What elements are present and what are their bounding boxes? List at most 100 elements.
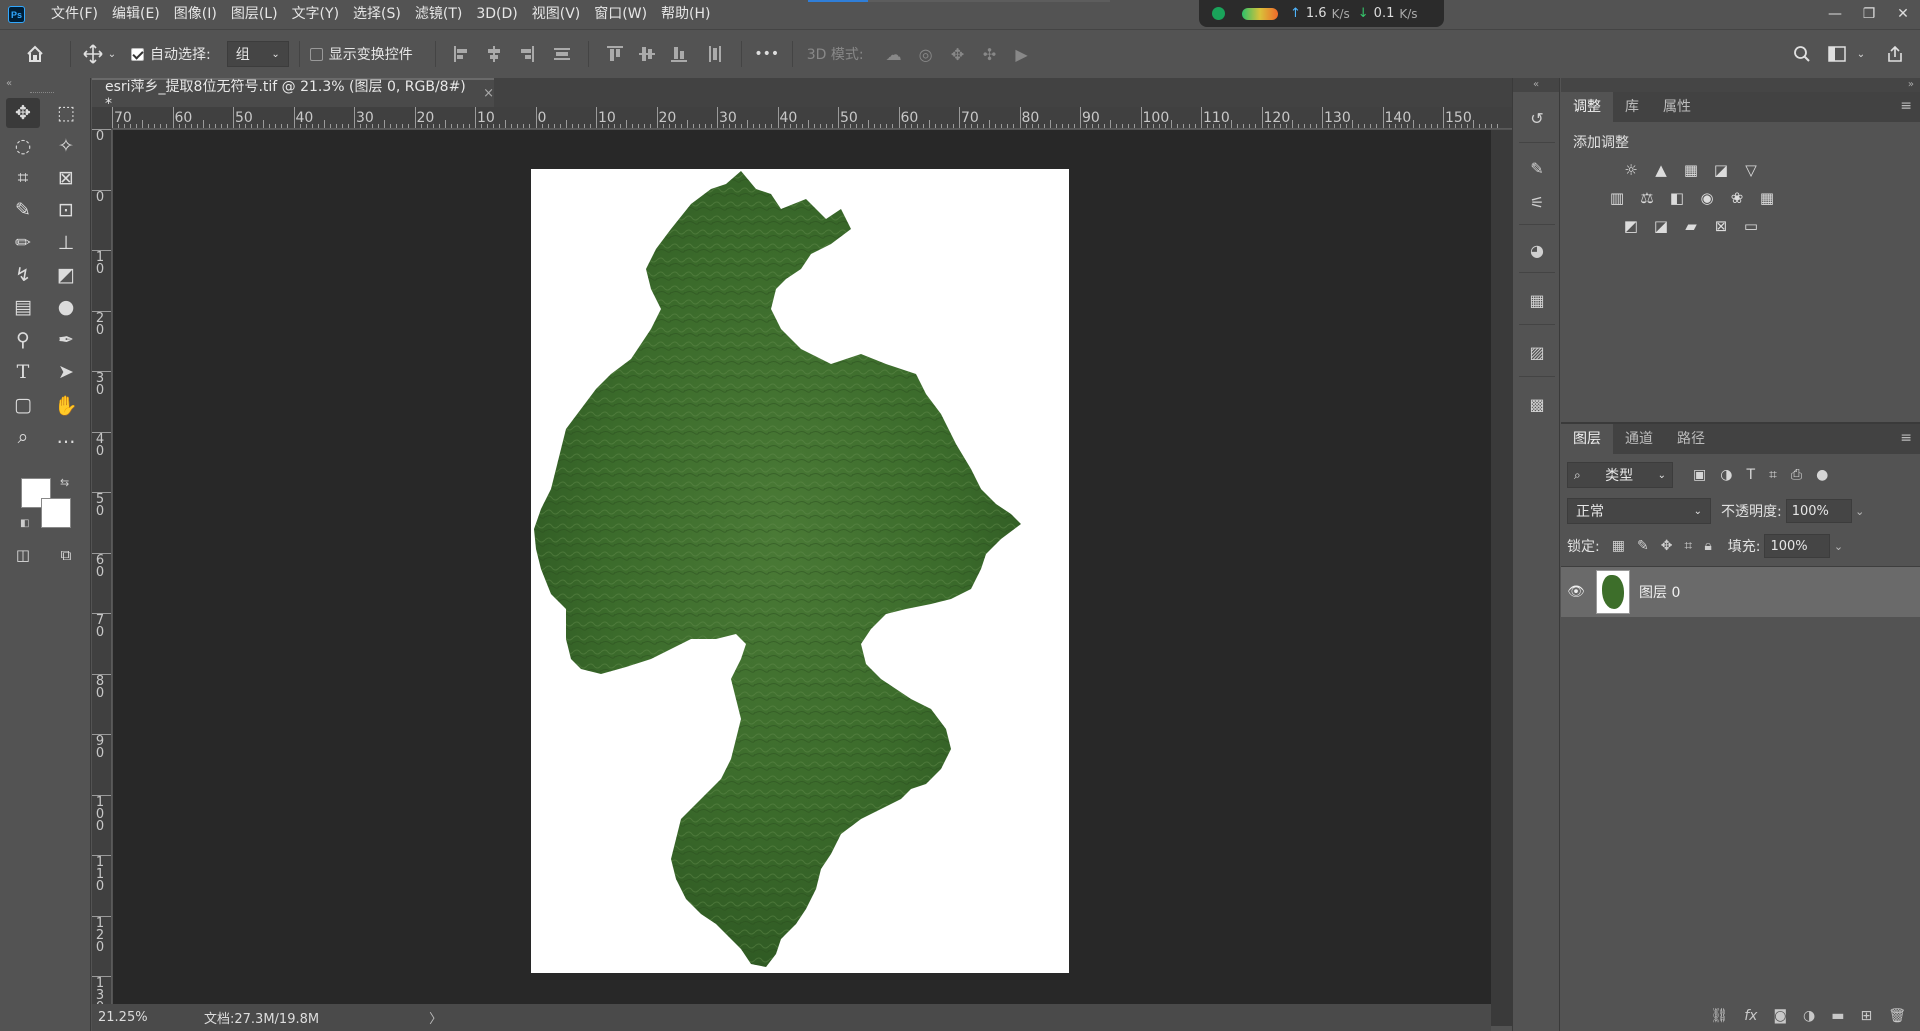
exposure-icon[interactable]: ◪ <box>1711 160 1731 180</box>
tab-paths[interactable]: 路径 <box>1665 424 1717 454</box>
distribute-v-icon[interactable] <box>705 44 725 64</box>
menu-file[interactable]: 文件(F) <box>44 0 105 29</box>
panel-menu-icon[interactable]: ≡ <box>1900 98 1912 114</box>
close-window-button[interactable]: ✕ <box>1886 0 1920 27</box>
chevron-down-icon[interactable]: ⌄ <box>105 49 119 60</box>
tab-properties[interactable]: 属性 <box>1651 92 1703 122</box>
distribute-icon[interactable] <box>552 44 572 64</box>
align-center-h-icon[interactable] <box>484 44 504 64</box>
type-tool-icon[interactable]: T <box>6 357 40 387</box>
blur-tool-icon[interactable]: ● <box>49 292 83 322</box>
document-canvas[interactable] <box>531 169 1069 973</box>
filter-smart-object-icon[interactable]: ⎙ <box>1791 467 1802 483</box>
screen-mode-icon[interactable]: ⧉ <box>49 540 83 570</box>
tab-adjustments[interactable]: 调整 <box>1561 92 1613 122</box>
photo-filter-icon[interactable]: ◉ <box>1697 188 1717 208</box>
curves-icon[interactable]: ▦ <box>1681 160 1701 180</box>
tab-channels[interactable]: 通道 <box>1613 424 1665 454</box>
move-tool-icon[interactable]: ✥ <box>6 98 40 128</box>
pen-tool-icon[interactable]: ✒ <box>49 325 83 355</box>
workspace-icon[interactable] <box>1824 46 1850 62</box>
lock-transparent-icon[interactable]: ▦ <box>1612 538 1625 554</box>
filter-pixel-icon[interactable]: ▣ <box>1693 467 1706 483</box>
lock-artboard-icon[interactable]: ⌗ <box>1684 538 1692 554</box>
align-left-icon[interactable] <box>452 44 472 64</box>
chevron-down-icon[interactable]: ⌄ <box>1830 540 1846 553</box>
menu-window[interactable]: 窗口(W) <box>587 0 654 29</box>
eye-icon[interactable]: 👁︎ <box>1561 584 1591 600</box>
align-top-icon[interactable] <box>605 44 625 64</box>
zoom-level[interactable]: 21.25% <box>92 1010 180 1025</box>
filter-shape-icon[interactable]: ⌗ <box>1769 467 1777 483</box>
home-icon[interactable] <box>10 44 60 64</box>
tab-libraries[interactable]: 库 <box>1613 92 1651 122</box>
lock-position-icon[interactable]: ✥ <box>1661 538 1673 554</box>
gradient-map-icon[interactable]: ▭ <box>1741 216 1761 236</box>
more-tools-icon[interactable]: … <box>49 422 83 452</box>
expand-panels-icon[interactable]: » <box>1561 78 1920 92</box>
threshold-icon[interactable]: ▰ <box>1681 216 1701 236</box>
background-color-swatch[interactable] <box>41 498 71 528</box>
trash-icon[interactable]: 🗑︎ <box>1888 1008 1906 1024</box>
hue-saturation-icon[interactable]: ▥ <box>1607 188 1627 208</box>
align-middle-v-icon[interactable] <box>637 44 657 64</box>
align-right-icon[interactable] <box>516 44 536 64</box>
brush-tool-icon[interactable]: ✏ <box>6 228 40 258</box>
chevron-down-icon[interactable]: ⌄ <box>1854 49 1868 60</box>
restore-button[interactable]: ❐ <box>1852 0 1886 27</box>
3d-slide-icon[interactable]: ✣ <box>974 45 1006 64</box>
blend-mode-dropdown[interactable]: 正常 ⌄ <box>1567 498 1711 524</box>
path-select-icon[interactable]: ➤ <box>49 357 83 387</box>
menu-type[interactable]: 文字(Y) <box>285 0 346 29</box>
swap-colors-icon[interactable]: ⇆ <box>60 476 69 489</box>
color-balance-icon[interactable]: ⚖ <box>1637 188 1657 208</box>
history-brush-icon[interactable]: ↯ <box>6 260 40 290</box>
3d-orbit-icon[interactable]: ☁ <box>878 45 910 64</box>
fill-input[interactable]: 100% <box>1764 534 1831 558</box>
close-tab-icon[interactable]: × <box>483 86 494 101</box>
grip-icon[interactable] <box>30 92 54 94</box>
menu-3d[interactable]: 3D(D) <box>469 0 524 29</box>
new-layer-icon[interactable]: ⊞ <box>1860 1008 1872 1024</box>
shape-tool-icon[interactable]: ▢ <box>6 390 40 420</box>
status-menu-icon[interactable]: 〉 <box>429 1008 442 1027</box>
add-mask-icon[interactable]: ◙ <box>1773 1008 1787 1024</box>
lasso-tool-icon[interactable]: ◌ <box>6 131 40 161</box>
collapse-icon[interactable]: « <box>6 78 12 89</box>
vertical-scrollbar[interactable] <box>1491 130 1512 1004</box>
link-layers-icon[interactable]: ⛓ <box>1710 1008 1728 1024</box>
new-fill-layer-icon[interactable]: ◑ <box>1803 1008 1815 1024</box>
3d-roll-icon[interactable]: ◎ <box>910 45 942 64</box>
selective-color-icon[interactable]: ⊠ <box>1711 216 1731 236</box>
color-lookup-icon[interactable]: ▦ <box>1757 188 1777 208</box>
color-palette-icon[interactable]: ◕ <box>1525 238 1549 262</box>
search-icon[interactable] <box>1789 45 1815 63</box>
collapse-strip-icon[interactable]: « <box>1513 78 1559 92</box>
menu-edit[interactable]: 编辑(E) <box>105 0 167 29</box>
zoom-tool-icon[interactable]: ⌕ <box>6 422 40 452</box>
3d-pan-icon[interactable]: ✥ <box>942 45 974 64</box>
menu-help[interactable]: 帮助(H) <box>654 0 717 29</box>
layer-filter-dropdown[interactable]: ⌕ 类型 ⌄ <box>1567 462 1673 488</box>
brightness-icon[interactable]: ☼ <box>1621 160 1641 180</box>
history-panel-icon[interactable]: ↺ <box>1525 106 1549 130</box>
layer-row[interactable]: 👁︎ 图层 0 <box>1561 567 1920 617</box>
document-tab[interactable]: esri萍乡_提取8位无符号.tif @ 21.3% (图层 0, RGB/8#… <box>92 78 494 112</box>
layers-menu-icon[interactable]: ≡ <box>1900 430 1912 446</box>
more-options-icon[interactable]: ••• <box>752 46 782 62</box>
layer-name[interactable]: 图层 0 <box>1639 582 1680 602</box>
share-icon[interactable] <box>1882 45 1908 63</box>
filter-type-icon[interactable]: T <box>1746 467 1755 483</box>
fx-icon[interactable]: fx <box>1744 1008 1757 1024</box>
posterize-icon[interactable]: ◪ <box>1651 216 1671 236</box>
brush-settings-icon[interactable]: ✎ <box>1525 156 1549 180</box>
levels-icon[interactable]: ▲ <box>1651 160 1671 180</box>
swatches-icon[interactable]: ▦ <box>1525 288 1549 312</box>
move-tool-icon[interactable] <box>81 44 105 64</box>
quick-mask-icon[interactable]: ◫ <box>6 540 40 570</box>
minimize-button[interactable]: — <box>1818 0 1852 27</box>
dodge-tool-icon[interactable]: ⚲ <box>6 325 40 355</box>
brush-presets-icon[interactable]: ⚟ <box>1525 190 1549 214</box>
chevron-down-icon[interactable]: ⌄ <box>1852 505 1868 518</box>
eyedropper-icon[interactable]: ✎ <box>6 195 40 225</box>
